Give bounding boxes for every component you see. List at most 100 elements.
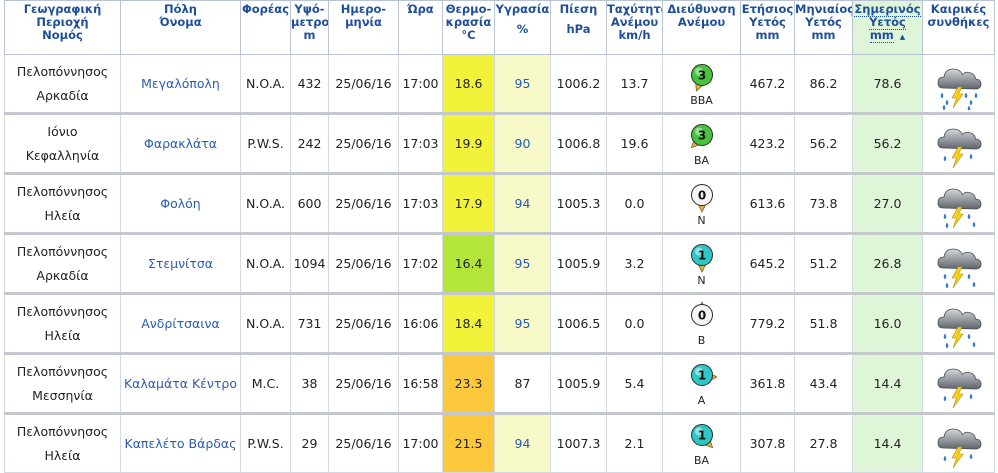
source-cell[interactable]: N.O.A. [240,233,291,295]
humidity-cell: 95 [494,293,551,355]
monthly-rain-cell: 43.4 [794,353,853,415]
wind-speed-cell: 13.7 [606,54,663,115]
weather-stations-table: Γεωγραφική Περιοχή Νομός Πόλη Όνομα Φορέας Υψό… [4,0,995,473]
col-header-time[interactable]: Ώρα [398,0,443,55]
wind-beaufort-label: 1 [697,368,705,382]
col-header-wind-dir[interactable]: Διεύθυνση Ανέμου [662,0,741,55]
today-rain-cell: 27.0 [852,173,923,235]
wind-direction-icon: 0 [690,300,713,326]
monthly-rain-cell: 27.8 [794,413,853,473]
header-line-text: Πίεση [559,2,598,16]
region-name: Πελοπόννησος [16,63,109,79]
altitude-cell: 38 [290,353,329,415]
header-line-text: Υετός [805,15,842,29]
city-cell: Στεμνίτσα [120,233,241,295]
conditions-cell [922,353,995,415]
monthly-rain-cell: 51.2 [794,233,853,295]
source-cell[interactable]: P.W.S. [240,113,291,175]
city-cell: Φαρακλάτα [120,113,241,175]
region-name: Πελοπόννησος [16,423,109,439]
source-cell[interactable]: N.O.A. [240,54,291,115]
source-cell[interactable]: P.W.S. [240,413,291,473]
yearly-rain-cell: 645.2 [740,233,795,295]
altitude-cell: 29 [290,413,329,473]
col-header-date[interactable]: Ημερο-μηνία [328,0,399,55]
header-line-text: Ώρα [407,2,434,16]
sort-ascending-icon: ▲ [899,33,906,41]
header-line: m [292,29,328,42]
station-link[interactable]: Μεγαλόπολη [141,76,220,91]
wind-direction-label: N [697,213,706,227]
pressure-cell: 1006.2 [550,54,607,115]
conditions-cell [922,113,995,175]
wind-speed-cell: 3.2 [606,233,663,295]
wind-direction-label: ΒΑ [693,153,710,167]
wind-speed-cell: 0.0 [606,293,663,355]
header-line-text: mm [811,28,836,42]
header-line-text: Ημερο- [340,2,387,16]
prefecture-name: Ηλεία [44,327,81,343]
station-link[interactable]: Φαρακλάτα [144,136,217,151]
header-line-text: Υγρασία [495,2,550,16]
header-line-text: mm [755,28,780,42]
source-cell[interactable]: N.O.A. [240,293,291,355]
monthly-rain-cell: 56.2 [794,113,853,175]
col-header-humidity[interactable]: Υγρασία% [494,0,551,55]
header-line: mm [742,28,794,42]
date-cell: 25/06/16 [328,293,399,355]
wind-beaufort-label: 0 [697,308,705,322]
thunderstorm-icon [937,368,981,408]
col-header-wind-speed[interactable]: ΤαχύτηταΑνέμουkm/h [606,0,663,55]
time-cell: 17:03 [398,173,443,235]
today-rain-cell: 26.8 [852,233,923,295]
wind-direction-cell: 0Β [662,293,741,355]
col-header-region[interactable]: Γεωγραφική Περιοχή Νομός [4,0,121,55]
station-link[interactable]: Καπελέτο Βάρδας [125,436,237,451]
city-cell: Φολόη [120,173,241,235]
wind-beaufort-label: 1 [697,428,705,442]
altitude-cell: 600 [290,173,329,235]
wind-direction-label: Α [697,393,706,407]
col-header-city[interactable]: Πόλη Όνομα [120,0,241,55]
header-line: mm ▲ [854,28,922,44]
region-cell: Πελοπόννησος Αρκαδία [4,54,121,115]
wind-beaufort-label: 1 [697,248,705,262]
source-cell[interactable]: M.C. [240,353,291,415]
source-cell[interactable]: N.O.A. [240,173,291,235]
header-line-text: Όνομα [159,15,202,29]
station-link[interactable]: Καλαμάτα Κέντρο [124,376,237,391]
pressure-cell: 1007.3 [550,413,607,473]
today-rain-cell: 78.6 [852,54,923,115]
temperature-cell: 23.3 [442,353,495,415]
station-link[interactable]: Στεμνίτσα [148,256,213,271]
table-row: Πελοπόννησος Ηλεία Ανδρίτσαινα N.O.A. 731 25/… [4,293,995,355]
col-header-rain-year[interactable]: Ετήσιος Υετός mm [740,0,795,55]
header-line-text: km/h [618,28,651,42]
col-header-altitude[interactable]: Υψό-μετρο m [290,0,329,55]
pressure-cell: 1005.9 [550,353,607,415]
col-header-rain-today[interactable]: Σημερινός Υετός mm ▲ [852,0,923,55]
yearly-rain-cell: 467.2 [740,54,795,115]
col-header-temp[interactable]: Θερμο-κρασία °C [442,0,495,55]
col-header-pressure[interactable]: Πίεση hPa [550,0,607,55]
monthly-rain-cell: 51.8 [794,293,853,355]
station-link[interactable]: Φολόη [160,196,200,211]
header-line-text: Ταχύτητα [607,2,662,16]
header-line-text: Νομός [42,28,83,42]
conditions-cell [922,173,995,235]
temperature-cell: 17.9 [442,173,495,235]
col-header-source[interactable]: Φορέας [240,0,291,55]
wind-beaufort-label: 0 [697,188,705,202]
pressure-cell: 1006.5 [550,293,607,355]
temperature-cell: 18.4 [442,293,495,355]
col-header-rain-month[interactable]: Μηνιαίος Υετός mm [794,0,853,55]
time-cell: 17:03 [398,113,443,175]
prefecture-name: Κεφαλληνία [25,147,100,163]
col-header-conditions[interactable]: Καιρικές συνθήκες [922,0,995,55]
table-row: Πελοπόννησος Αρκαδία Μεγαλόπολη N.O.A. 432 25… [4,54,995,115]
table-body: Πελοπόννησος Αρκαδία Μεγαλόπολη N.O.A. 432 25… [4,54,995,473]
header-line-text: Ανέμου [610,15,659,29]
humidity-cell: 90 [494,113,551,175]
rain-thunder-icon [937,188,981,228]
station-link[interactable]: Ανδρίτσαινα [141,316,220,331]
